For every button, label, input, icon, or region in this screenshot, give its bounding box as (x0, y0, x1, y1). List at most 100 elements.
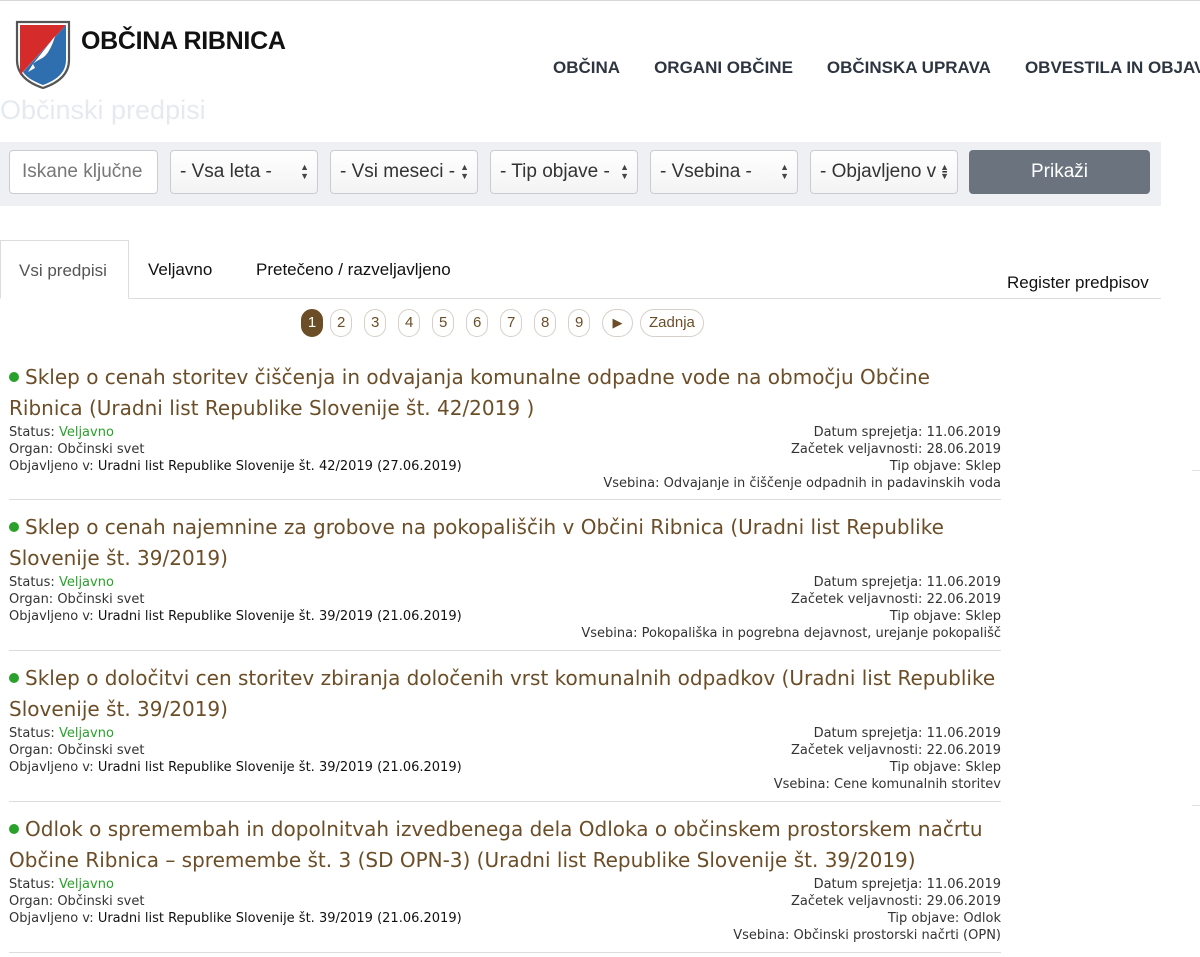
published-label: Objavljeno v: (9, 459, 94, 474)
entry-title: Sklep o cenah storitev čiščenja in odvaj… (9, 365, 930, 420)
nav-item-obcinska-uprava[interactable]: OBČINSKA UPRAVA (827, 58, 991, 78)
select-arrows-icon: ▲ ▼ (620, 162, 629, 181)
page-5-button[interactable]: 5 (432, 309, 455, 337)
entry-title-link[interactable]: Sklep o določitvi cen storitev zbiranja … (9, 663, 1001, 725)
entry-divider (9, 952, 1001, 953)
organ-value: Občinski svet (57, 743, 145, 758)
type-select[interactable]: - Tip objave - ▲ ▼ (490, 150, 638, 194)
entry-title-link[interactable]: Odlok o spremembah in dopolnitvah izvedb… (9, 814, 1001, 876)
status-value: Veljavno (58, 425, 114, 440)
content-label: Vsebina: (581, 626, 638, 641)
type-value: Sklep (965, 609, 1001, 624)
page-3-button[interactable]: 3 (364, 309, 387, 337)
organ-value: Občinski svet (57, 894, 145, 909)
validity-value: 29.06.2019 (926, 894, 1001, 909)
select-arrows-icon: ▲ ▼ (460, 162, 469, 181)
type-label: Tip objave: (889, 760, 962, 775)
entry-title-link[interactable]: Sklep o cenah najemnine za grobove na po… (9, 512, 1001, 574)
organ-label: Organ: (9, 592, 54, 607)
filter-bar: - Vsa leta -▲▼ - Vsi meseci -▲▼ - Tip ob… (0, 142, 1161, 206)
select-arrows-icon: ▲ ▼ (780, 162, 789, 181)
content-value: Pokopališka in pogrebna dejavnost, ureja… (641, 626, 1001, 641)
entry-title: Odlok o spremembah in dopolnitvah izvedb… (9, 817, 983, 872)
content-label: Vsebina: (773, 777, 830, 792)
register-link[interactable]: Register predpisov (1007, 273, 1149, 293)
status-value: Veljavno (58, 726, 114, 741)
type-value: Sklep (965, 760, 1001, 775)
tab-veljavno[interactable]: Veljavno (148, 240, 212, 299)
status-label: Status: (9, 877, 55, 892)
published-label: Objavljeno v: (9, 760, 94, 775)
select-arrows-icon: ▲ ▼ (300, 162, 309, 181)
list-item: Sklep o cenah storitev čiščenja in odvaj… (9, 362, 1001, 491)
adopted-value: 11.06.2019 (926, 575, 1001, 590)
page-9-button[interactable]: 9 (568, 309, 591, 337)
content-value: Cene komunalnih storitev (834, 777, 1001, 792)
type-label: Tip objave: (887, 911, 960, 926)
status-label: Status: (9, 726, 55, 741)
validity-label: Začetek veljavnosti: (791, 743, 923, 758)
entry-title-link[interactable]: Sklep o cenah storitev čiščenja in odvaj… (9, 362, 1001, 424)
validity-label: Začetek veljavnosti: (791, 592, 923, 607)
page-7-button[interactable]: 7 (500, 309, 523, 337)
divider (1192, 805, 1200, 806)
organ-label: Organ: (9, 743, 54, 758)
organ-label: Organ: (9, 894, 54, 909)
tab-vsi-predpisi[interactable]: Vsi predpisi (0, 240, 129, 299)
page-6-button[interactable]: 6 (466, 309, 489, 337)
top-border (0, 0, 1200, 1)
published-value: Uradni list Republike Slovenije št. 39/2… (97, 609, 462, 624)
page-1-button[interactable]: 1 (301, 309, 323, 337)
entry-divider (9, 650, 1001, 651)
published-label: Objavljeno v: (9, 911, 94, 926)
last-page-button[interactable]: Zadnja (640, 309, 704, 337)
adopted-label: Datum sprejetja: (813, 726, 923, 741)
validity-value: 28.06.2019 (926, 442, 1001, 457)
page-4-button[interactable]: 4 (398, 309, 421, 337)
page-2-button[interactable]: 2 (330, 309, 353, 337)
entry-divider (9, 801, 1001, 802)
list-item: Odlok o spremembah in dopolnitvah izvedb… (9, 814, 1001, 943)
site-name[interactable]: OBČINA RIBNICA (81, 27, 286, 56)
content-select[interactable]: - Vsebina - ▲ ▼ (650, 150, 798, 194)
month-select[interactable]: - Vsi meseci - ▲ ▼ (330, 150, 478, 194)
nav-item-organi-obcine[interactable]: ORGANI OBČINE (654, 58, 793, 78)
content-select-value: - Vsebina - (660, 161, 752, 182)
published-label: Objavljeno v: (9, 609, 94, 624)
published-value: Uradni list Republike Slovenije št. 39/2… (97, 760, 462, 775)
page-8-button[interactable]: 8 (534, 309, 557, 337)
validity-label: Začetek veljavnosti: (791, 894, 923, 909)
nav-item-obcina[interactable]: OBČINA (553, 58, 620, 78)
published-select[interactable]: - Objavljeno v - ▲ ▼ (810, 150, 958, 194)
status-dot-icon (9, 824, 19, 834)
entry-divider (9, 499, 1001, 500)
published-value: Uradni list Republike Slovenije št. 39/2… (97, 911, 462, 926)
list-item: Sklep o določitvi cen storitev zbiranja … (9, 663, 1001, 792)
adopted-label: Datum sprejetja: (813, 425, 923, 440)
list-item: Sklep o cenah najemnine za grobove na po… (9, 512, 1001, 641)
show-button[interactable]: Prikaži (969, 150, 1150, 194)
status-label: Status: (9, 425, 55, 440)
content-value: Odvajanje in čiščenje odpadnih in padavi… (663, 476, 1001, 491)
nav-item-obvestila-in-objave[interactable]: OBVESTILA IN OBJAVE (1025, 58, 1200, 78)
status-value: Veljavno (58, 877, 114, 892)
adopted-label: Datum sprejetja: (813, 575, 923, 590)
status-label: Status: (9, 575, 55, 590)
coat-of-arms-logo[interactable] (15, 20, 71, 90)
keyword-search-input[interactable] (9, 150, 158, 194)
year-select[interactable]: - Vsa leta - ▲ ▼ (170, 150, 318, 194)
type-value: Odlok (963, 911, 1001, 926)
adopted-value: 11.06.2019 (926, 877, 1001, 892)
content-label: Vsebina: (603, 476, 660, 491)
divider (1192, 470, 1200, 471)
type-value: Sklep (965, 459, 1001, 474)
tab-preteceno[interactable]: Pretečeno / razveljavljeno (256, 240, 451, 299)
content-label: Vsebina: (733, 928, 790, 943)
adopted-value: 11.06.2019 (926, 726, 1001, 741)
content-value: Občinski prostorski načrti (OPN) (793, 928, 1002, 943)
type-label: Tip objave: (889, 459, 962, 474)
validity-value: 22.06.2019 (926, 592, 1001, 607)
next-page-icon[interactable]: ▶ (602, 309, 633, 337)
validity-label: Začetek veljavnosti: (791, 442, 923, 457)
organ-value: Občinski svet (57, 442, 145, 457)
